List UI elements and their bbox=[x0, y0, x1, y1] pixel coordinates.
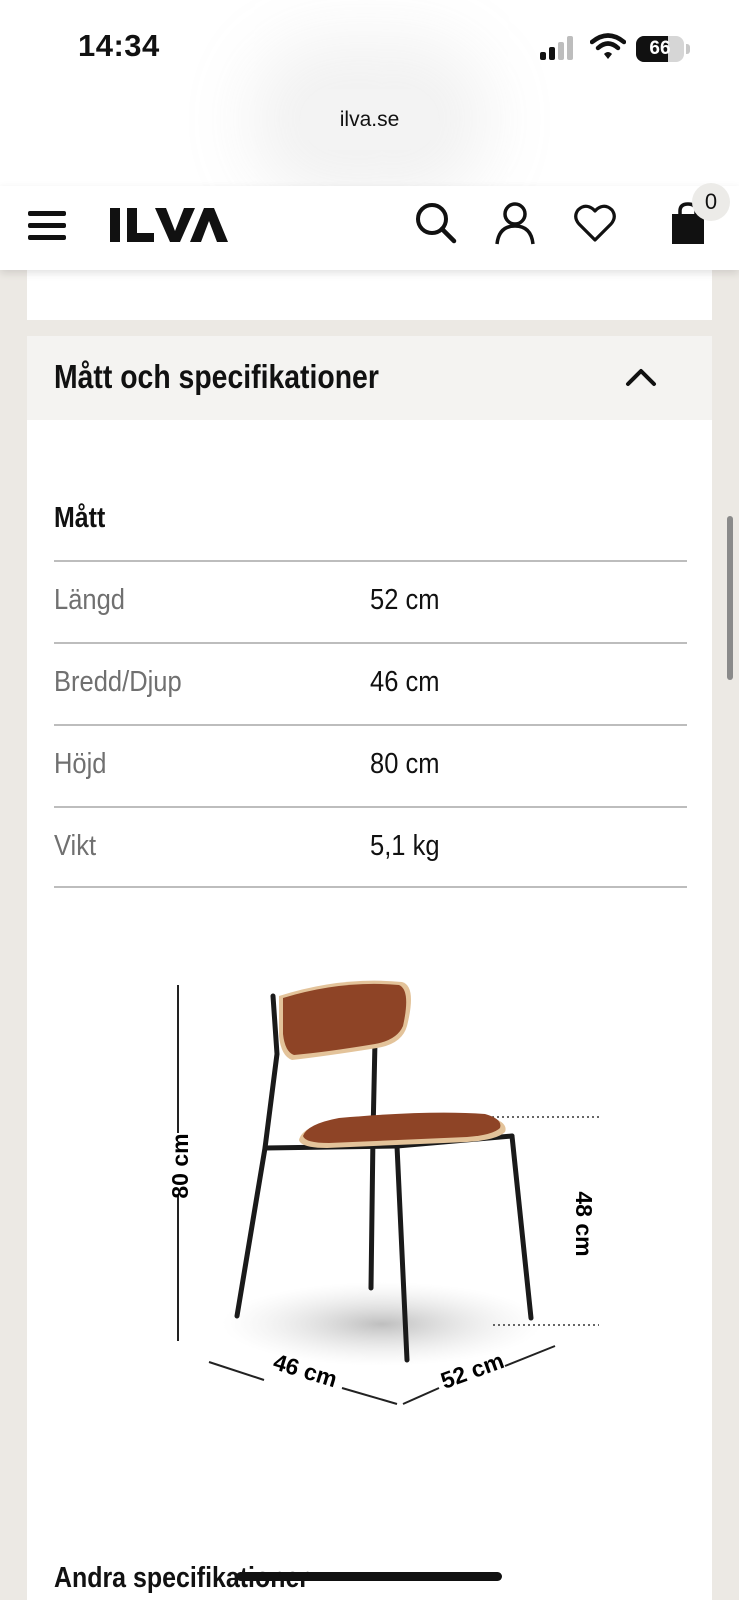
seat-height-dimension-label: 48 cm bbox=[571, 1191, 597, 1256]
spec-label: Längd bbox=[54, 584, 125, 616]
url-bar[interactable]: ilva.se bbox=[300, 89, 439, 150]
table-row: Höjd 80 cm bbox=[54, 724, 687, 806]
url-text: ilva.se bbox=[339, 107, 400, 131]
spec-value: 5,1 kg bbox=[370, 830, 440, 862]
table-row: Vikt 5,1 kg bbox=[54, 806, 687, 888]
spec-label: Vikt bbox=[54, 830, 97, 862]
dimensions-table: Längd 52 cm Bredd/Djup 46 cm Höjd 80 cm … bbox=[54, 560, 687, 888]
status-time: 14:34 bbox=[78, 28, 160, 63]
heart-icon[interactable] bbox=[572, 200, 618, 246]
search-icon[interactable] bbox=[413, 200, 459, 246]
spec-value: 46 cm bbox=[370, 666, 440, 698]
home-indicator[interactable] bbox=[236, 1572, 502, 1581]
wifi-icon bbox=[590, 33, 626, 59]
table-row: Längd 52 cm bbox=[54, 560, 687, 642]
specs-accordion-title: Mått och specifikationer bbox=[54, 358, 379, 395]
spec-value: 52 cm bbox=[370, 584, 440, 616]
dimensions-heading: Mått bbox=[54, 502, 106, 534]
specs-accordion-header[interactable]: Mått och specifikationer bbox=[27, 336, 712, 420]
ilva-logo[interactable] bbox=[110, 206, 228, 244]
spec-label: Höjd bbox=[54, 748, 107, 780]
cellular-signal-icon bbox=[540, 36, 576, 60]
previous-section-card bbox=[27, 262, 712, 320]
chevron-up-icon[interactable] bbox=[623, 362, 659, 394]
spec-label: Bredd/Djup bbox=[54, 666, 182, 698]
specs-accordion: Mått och specifikationer Mått Längd 52 c… bbox=[27, 336, 712, 1600]
table-row: Bredd/Djup 46 cm bbox=[54, 642, 687, 724]
cart-count-badge: 0 bbox=[692, 183, 730, 221]
site-header bbox=[0, 186, 739, 270]
battery-icon: 66 bbox=[636, 36, 684, 62]
spec-value: 80 cm bbox=[370, 748, 440, 780]
height-dimension-label: 80 cm bbox=[167, 1133, 193, 1198]
account-icon[interactable] bbox=[492, 200, 538, 246]
battery-level: 66 bbox=[649, 38, 671, 59]
scrollbar[interactable] bbox=[727, 516, 733, 680]
battery-tip bbox=[686, 44, 690, 54]
menu-icon[interactable] bbox=[28, 208, 68, 242]
chair-dimension-diagram: 80 cm 48 cm 46 cm 52 cm bbox=[167, 980, 599, 1405]
